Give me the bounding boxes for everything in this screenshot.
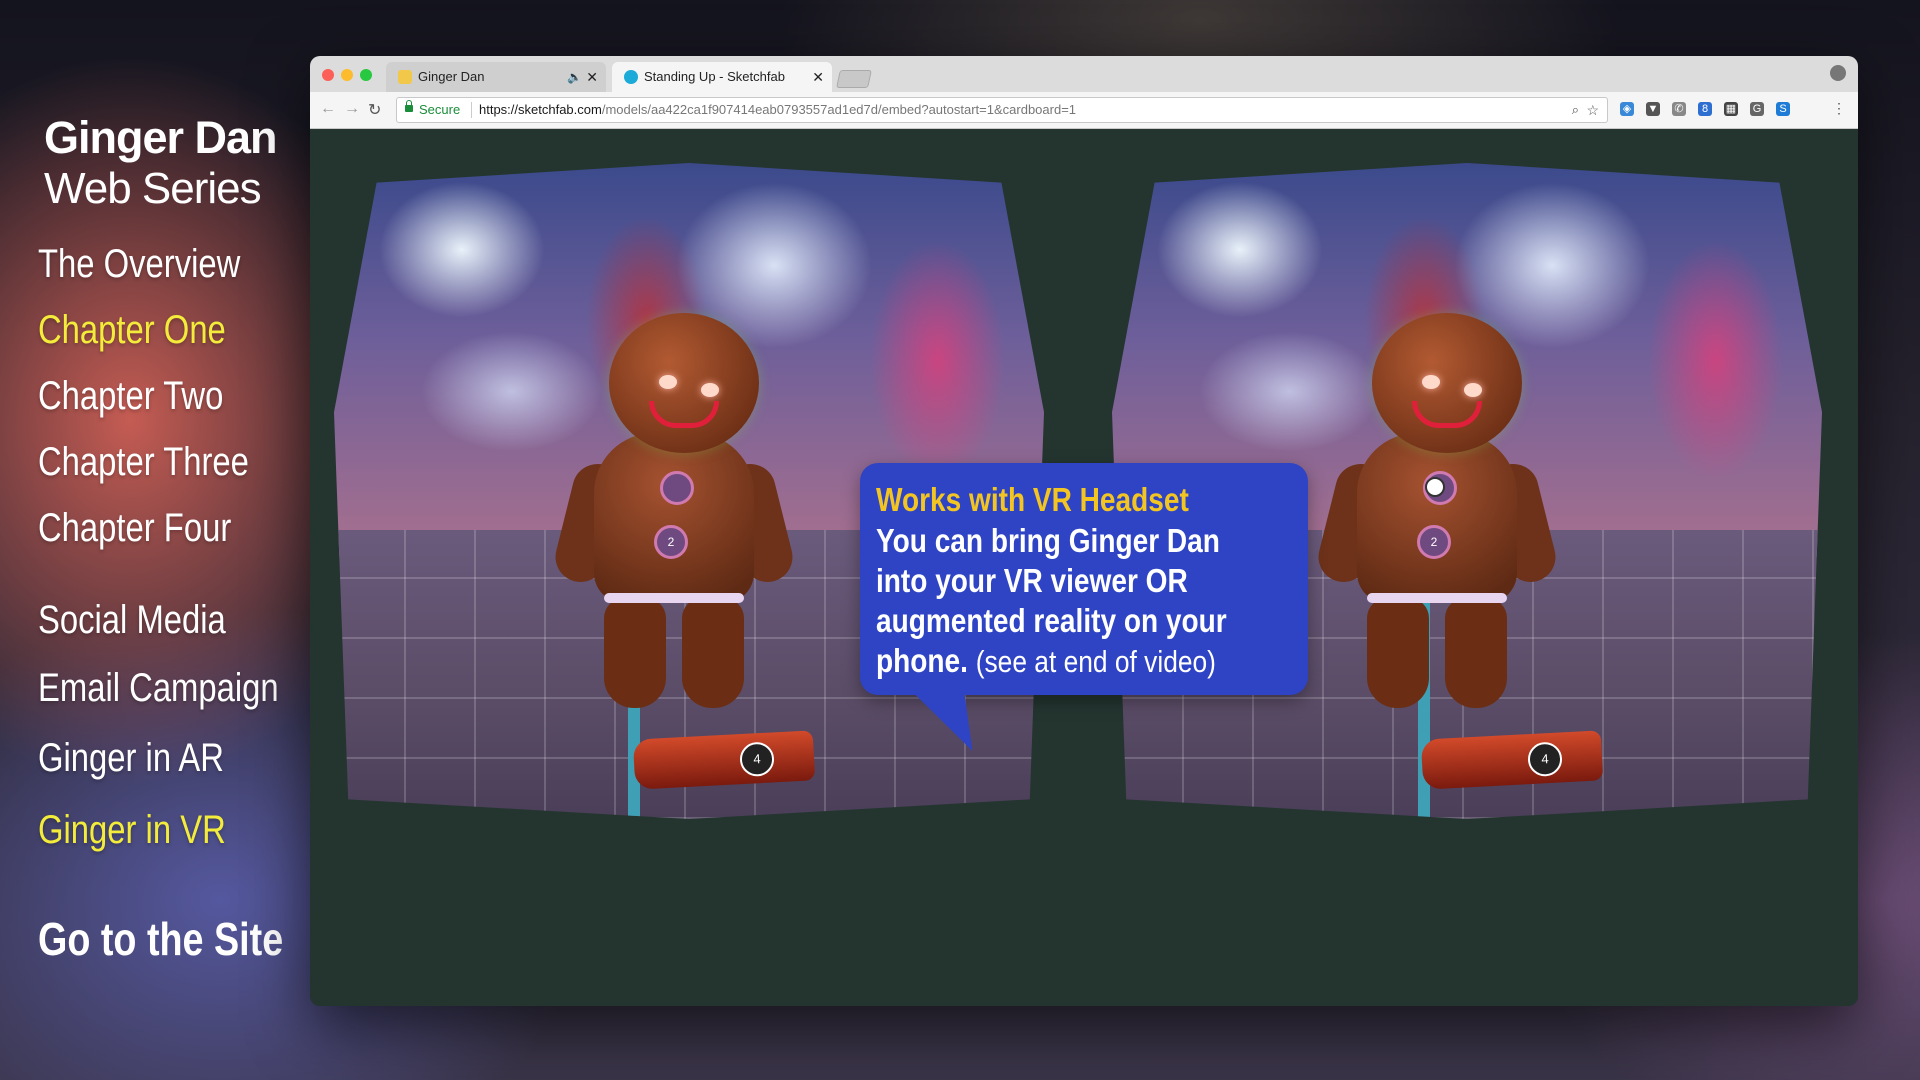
tab-bar: Ginger Dan 🔈 ✕ Standing Up - Sketchfab ✕ — [310, 56, 1858, 92]
ginger-favicon-icon — [398, 70, 412, 84]
nav-item-social-media[interactable]: Social Media — [38, 598, 226, 643]
forward-icon[interactable]: → — [344, 100, 360, 118]
callout-line: You can bring Ginger Dan — [876, 522, 1220, 559]
new-tab-button[interactable] — [836, 70, 872, 88]
vr-viewport[interactable]: 2 4 2 4 Works with VR Headset You can br… — [310, 129, 1858, 1006]
ginger-icing-belt — [1367, 593, 1507, 603]
profile-icon[interactable] — [1830, 65, 1846, 81]
tab-sketchfab[interactable]: Standing Up - Sketchfab ✕ — [612, 62, 832, 92]
grammarly-extension-icon[interactable]: G — [1750, 102, 1764, 116]
ginger-button[interactable] — [660, 471, 694, 505]
sketchfab-favicon-icon — [624, 70, 638, 84]
series-title: Ginger Dan — [44, 112, 278, 163]
callout-line: into your VR viewer OR — [876, 562, 1188, 599]
browser-toolbar: ← → ↻ Secure https://sketchfab.com/model… — [310, 92, 1858, 129]
bottle-badge-4[interactable]: 4 — [1527, 741, 1563, 778]
nav-item-ginger-vr[interactable]: Ginger in VR — [38, 808, 226, 853]
tab-ginger-dan[interactable]: Ginger Dan 🔈 ✕ — [386, 62, 606, 92]
callout-body: You can bring Ginger Dan into your VR vi… — [876, 521, 1301, 682]
ginger-leg — [1367, 598, 1429, 708]
callout-line-phone: phone. — [876, 642, 968, 679]
shield-extension-icon[interactable]: ◈ — [1620, 102, 1634, 116]
ginger-head — [1372, 313, 1522, 453]
gingerbread-man[interactable]: 2 — [1313, 313, 1561, 713]
series-subtitle: Web Series — [44, 164, 262, 213]
bottle-badge-4[interactable]: 4 — [739, 741, 775, 778]
window-maximize-button[interactable] — [360, 69, 372, 81]
series-sidebar: Ginger Dan Web Series The Overview Chapt… — [0, 0, 300, 1080]
url-path: /models/aa422ca1f907414eab0793557ad1ed7d… — [601, 102, 1077, 117]
nav-item-overview[interactable]: The Overview — [38, 242, 240, 287]
calendar-extension-icon[interactable]: 8 — [1698, 102, 1712, 116]
callout-line-last: phone. (see at end of video) — [876, 641, 1301, 682]
zoom-icon[interactable]: ⌕ — [1572, 98, 1579, 122]
ginger-mouth — [649, 401, 719, 428]
url-host: https://sketchfab.com — [479, 102, 602, 117]
address-bar[interactable]: Secure https://sketchfab.com/models/aa42… — [396, 97, 1608, 123]
back-icon[interactable]: ← — [320, 100, 336, 118]
hot-sauce-bottle[interactable]: 4 — [1420, 730, 1604, 790]
gingerbread-man[interactable]: 2 — [550, 313, 798, 713]
menu-icon[interactable]: ⋮ — [1832, 100, 1846, 117]
window-close-button[interactable] — [322, 69, 334, 81]
ginger-icing-belt — [604, 593, 744, 603]
phone-extension-icon[interactable]: ✆ — [1672, 102, 1686, 116]
ginger-body — [594, 433, 754, 603]
pocket-extension-icon[interactable]: ▼ — [1646, 102, 1660, 116]
url-text[interactable]: https://sketchfab.com/models/aa422ca1f90… — [479, 98, 1076, 122]
hand-cursor-icon — [1425, 477, 1445, 497]
vr-callout-bubble: Works with VR Headset You can bring Ging… — [860, 463, 1308, 751]
window-minimize-button[interactable] — [341, 69, 353, 81]
callout-heading: Works with VR Headset — [876, 481, 1189, 518]
ginger-eye — [701, 383, 719, 397]
bookmark-star-icon[interactable]: ☆ — [1586, 98, 1599, 122]
nav-item-chapter-one[interactable]: Chapter One — [38, 308, 226, 353]
nav-item-ginger-ar[interactable]: Ginger in AR — [38, 736, 224, 781]
callout-note: (see at end of video) — [975, 644, 1216, 679]
close-icon[interactable]: ✕ — [812, 62, 824, 92]
tab-title: Ginger Dan — [418, 69, 485, 84]
nav-item-email-campaign[interactable]: Email Campaign — [38, 666, 279, 711]
callout-line: augmented reality on your — [876, 602, 1227, 639]
nav-item-chapter-four[interactable]: Chapter Four — [38, 506, 231, 551]
url-divider — [471, 102, 472, 118]
close-icon[interactable]: ✕ — [586, 62, 598, 92]
nav-item-chapter-three[interactable]: Chapter Three — [38, 440, 249, 485]
ginger-eye — [659, 375, 677, 389]
ginger-leg — [604, 598, 666, 708]
secure-label: Secure — [419, 102, 461, 117]
ginger-button-2[interactable]: 2 — [654, 525, 688, 559]
reload-icon[interactable]: ↻ — [368, 100, 381, 120]
ginger-eye — [1464, 383, 1482, 397]
grid-extension-icon[interactable]: ▦ — [1724, 102, 1738, 116]
browser-window: Ginger Dan 🔈 ✕ Standing Up - Sketchfab ✕… — [310, 56, 1858, 1006]
ginger-button-2[interactable]: 2 — [1417, 525, 1451, 559]
speaker-icon[interactable]: 🔈 — [567, 62, 582, 92]
ginger-leg — [682, 598, 744, 708]
ginger-leg — [1445, 598, 1507, 708]
s-extension-icon[interactable]: S — [1776, 102, 1790, 116]
ginger-eye — [1422, 375, 1440, 389]
nav-item-chapter-two[interactable]: Chapter Two — [38, 374, 223, 419]
ginger-head — [609, 313, 759, 453]
ginger-mouth — [1412, 401, 1482, 428]
lock-icon — [405, 100, 413, 112]
go-to-site-link[interactable]: Go to the Site — [38, 912, 283, 966]
tab-title: Standing Up - Sketchfab — [644, 69, 785, 84]
hot-sauce-bottle[interactable]: 4 — [632, 730, 816, 790]
ginger-body — [1357, 433, 1517, 603]
